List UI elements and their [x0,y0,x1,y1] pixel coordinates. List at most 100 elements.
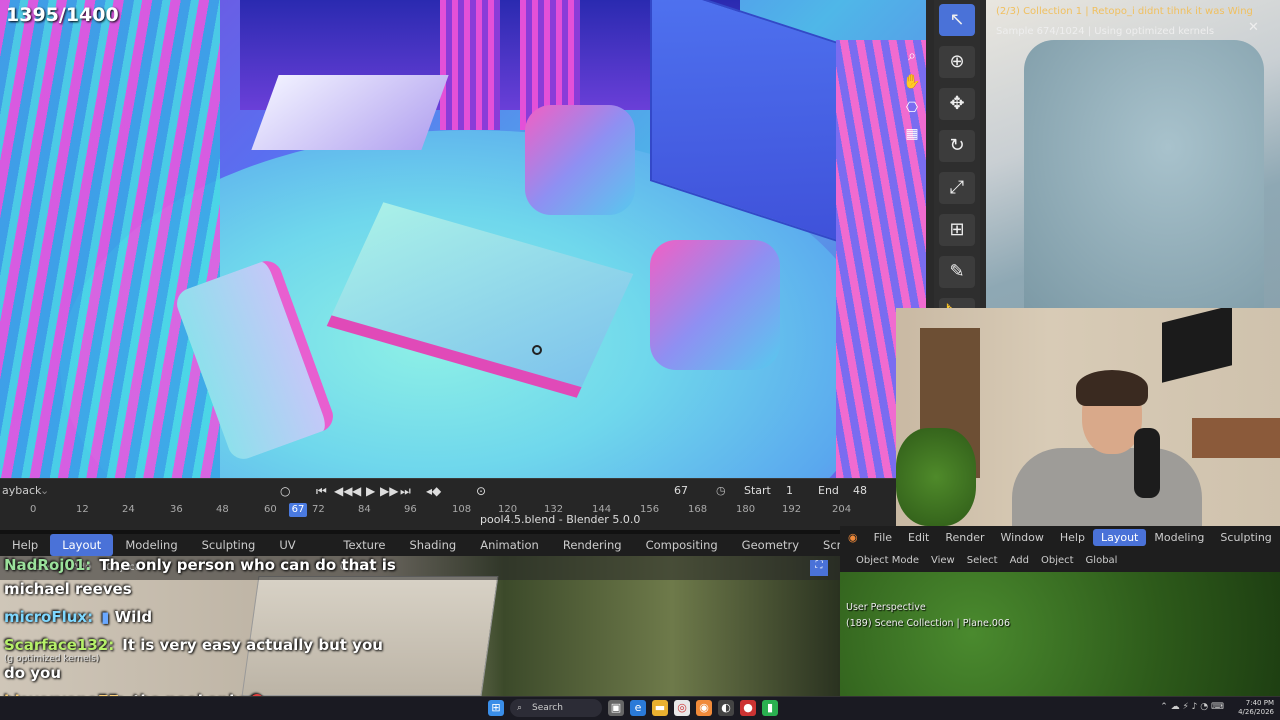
mini-toolbar-item[interactable]: Select [967,555,998,566]
measure-tool-icon[interactable]: 📐 [939,298,975,308]
stream-chat-overlay: NadRoj01: The only person who can do that… [0,556,440,710]
render-window[interactable]: ↖ ⊕ ✥ ↻ ⤢ ⊞ ✎ 📐 (2/3) Collection 1 | Ret… [926,0,1280,308]
workspace-tab[interactable]: UV Editing [267,534,331,574]
mini-toolbar-item[interactable]: Object Mode [856,555,919,566]
record-icon[interactable]: ○ [280,484,290,498]
current-frame-field[interactable]: 67 [674,484,688,497]
workspace-tab[interactable]: Shading [397,534,468,556]
obs-icon[interactable]: ● [740,700,756,716]
folder-icon[interactable]: ▬ [652,700,668,716]
ruler-tick: 180 [736,504,756,515]
jump-start-icon[interactable]: ⏮ [316,484,327,499]
mini-menu-item[interactable]: Render [937,531,992,544]
blender-logo-icon[interactable]: ◉ [840,531,866,544]
workspace-tab[interactable]: Modeling [113,534,189,556]
mini-toolbar-item[interactable]: Global [1086,555,1118,566]
mini-viewport-tree[interactable] [840,572,1280,696]
ruler-tick: 192 [782,504,802,515]
close-icon[interactable]: ✕ [1248,20,1259,35]
playback-menu[interactable]: ayback [2,484,41,497]
windows-taskbar: ⊞ Search ▣ e ▬ ◎ ◉ ◐ ● ▮ ⌃ ☁ ⚡ ♪ ◔ ⌨ 7:4… [0,696,1280,720]
rotate-tool-icon[interactable]: ↻ [939,130,975,162]
workspace-tab[interactable]: Animation [468,534,551,556]
overlay-toggle-icon[interactable]: ⛶ [810,560,828,576]
start-field[interactable]: 1 [786,484,793,497]
play-icon[interactable]: ▶ [366,484,375,498]
microphone [1134,428,1160,498]
auto-key-icon[interactable]: ⊙ [476,484,486,498]
end-label: End [818,484,839,497]
timeline-ruler[interactable]: 0 12 24 36 48 60 72 84 96 108 120 132 144 156 168 180 19… [0,503,896,517]
workspace-tab[interactable]: Layout [50,534,114,556]
mini-menu-item[interactable]: Layout [1092,528,1147,546]
mini-menu-item[interactable]: Sculpting [1212,531,1279,544]
transform-tool-icon[interactable]: ⊞ [939,214,975,246]
task-view-icon[interactable]: ▣ [608,700,624,716]
terminal-icon[interactable]: ▮ [762,700,778,716]
workspace-tab[interactable]: Geometry Nodes [730,534,811,574]
left-wall-curtains [0,0,220,478]
mini-menu-item[interactable]: Window [993,531,1052,544]
end-field[interactable]: 48 [853,484,867,497]
mini-menu-item[interactable]: Help [1052,531,1093,544]
viewport-collection-label: (189) Scene Collection | Plane.006 [846,618,1010,629]
annotate-tool-icon[interactable]: ✎ [939,256,975,288]
ruler-tick: 108 [452,504,472,515]
window-title: pool4.5.blend - Blender 5.0.0 [480,513,641,526]
help-menu[interactable]: Help [0,534,50,556]
taskbar-clock[interactable]: 7:40 PM 4/26/2026 [1238,699,1274,717]
mini-toolbar-item[interactable]: Add [1010,555,1029,566]
workspace-tab[interactable]: Sculpting [190,534,268,556]
streamer-hair [1076,370,1148,406]
armchair [525,105,635,215]
windows-start-icon[interactable]: ⊞ [488,700,504,716]
ruler-tick: 24 [122,504,135,515]
workspace-tabs: Help LayoutModelingSculptingUV EditingTe… [0,534,867,574]
chat-message: NadRoj01: The only person who can do that… [4,556,396,574]
taskbar-apps: ⊞ Search ▣ e ▬ ◎ ◉ ◐ ● ▮ [488,699,778,717]
tshirt-render [1024,40,1264,308]
mini-menu-item[interactable]: Edit [900,531,937,544]
chrome-icon[interactable]: ◎ [674,700,690,716]
ruler-tick: 204 [832,504,852,515]
ruler-tick: 168 [688,504,708,515]
reverse-play-icon[interactable]: ◀ [352,484,361,498]
select-tool-icon[interactable]: ↖ [939,4,975,36]
mini-toolbar-item[interactable]: View [931,555,955,566]
clock-icon: ◷ [716,484,726,497]
keyframe-prev-icon[interactable]: ◂◆ [426,484,441,498]
hand-icon[interactable]: ✋ [902,72,922,92]
mini-menu-item[interactable]: Modeling [1146,531,1212,544]
prev-key-icon[interactable]: ◀◀ [334,484,352,498]
workspace-tab[interactable]: Rendering [551,534,634,556]
timeline-controls: ayback ⌄ ○ ⏮ ◀◀ ◀ ▶ ▶▶ ⏭ ◂◆ ⊙ 67 ◷ Start… [0,481,896,501]
playhead-frame[interactable]: 67 [289,503,307,517]
workspace-tab[interactable]: Compositing [634,534,730,556]
edge-icon[interactable]: e [630,700,646,716]
chat-underlay-text: (g optimized kernels) [4,654,100,664]
scale-tool-icon[interactable]: ⤢ [939,172,975,204]
move-tool-icon[interactable]: ✥ [939,88,975,120]
armchair [650,240,780,370]
camera-icon[interactable]: ⎔ [902,98,922,118]
zoom-icon[interactable]: ⌕ [902,46,922,66]
blender-icon[interactable]: ◉ [696,700,712,716]
app-icon[interactable]: ◐ [718,700,734,716]
mini-toolbar-item[interactable]: Object [1041,555,1074,566]
render-sample-status: Sample 674/1024 | Using optimized kernel… [996,26,1215,37]
ruler-tick: 0 [30,504,37,515]
mini-menu-item[interactable]: File [866,531,900,544]
grid-icon[interactable]: ▦ [902,124,922,144]
system-tray[interactable]: ⌃ ☁ ⚡ ♪ ◔ ⌨ [1160,702,1224,712]
viewport-perspective-label: User Perspective [846,602,926,613]
taskbar-search[interactable]: Search [510,699,602,717]
ruler-tick: 156 [640,504,660,515]
mini-toolbar: Object Mode View Select Add Object Global [840,550,1280,570]
jump-end-icon[interactable]: ⏭ [400,484,411,499]
workspace-tab[interactable]: Texture Paint [331,534,397,574]
cursor-tool-icon[interactable]: ⊕ [939,46,975,78]
chevron-down-icon[interactable]: ⌄ [40,484,49,497]
render-toolbar: ↖ ⊕ ✥ ↻ ⤢ ⊞ ✎ 📐 [934,0,980,308]
next-key-icon[interactable]: ▶▶ [380,484,398,498]
main-3d-viewport[interactable]: 1395/1400 ⌕ ✋ ⎔ ▦ [0,0,926,478]
